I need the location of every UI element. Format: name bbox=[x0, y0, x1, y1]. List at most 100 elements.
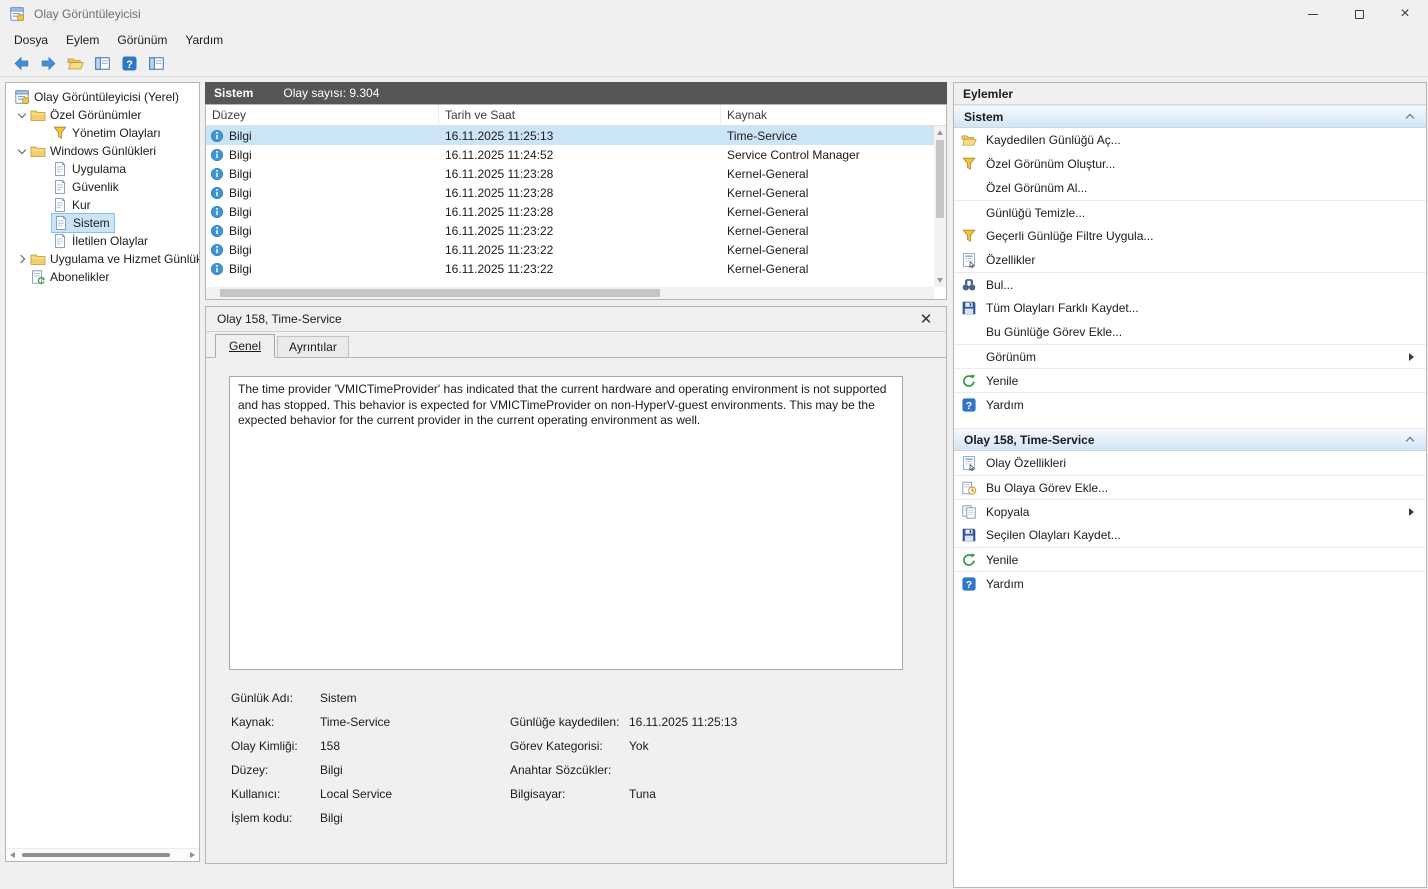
event-detail-pane: Olay 158, Time-Service ✕ Genel Ayrıntıla… bbox=[205, 306, 947, 864]
scrollbar-thumb[interactable] bbox=[22, 853, 170, 857]
copy-icon bbox=[961, 504, 977, 520]
action-save-all-events[interactable]: Tüm Olayları Farklı Kaydet... bbox=[954, 296, 1426, 320]
action-attach-task-to-event[interactable]: Bu Olaya Görev Ekle... bbox=[954, 475, 1426, 499]
event-list-vertical-scrollbar[interactable] bbox=[934, 126, 946, 287]
icon-spacer bbox=[961, 180, 977, 196]
collapse-chevron-icon[interactable] bbox=[1404, 111, 1416, 123]
menu-item-gorunum[interactable]: Görünüm bbox=[108, 30, 176, 50]
action-refresh[interactable]: Yenile bbox=[954, 368, 1426, 392]
submenu-arrow-icon bbox=[1409, 352, 1414, 361]
action-find[interactable]: Bul... bbox=[954, 272, 1426, 296]
help-icon bbox=[121, 55, 138, 72]
toolbar bbox=[0, 51, 1428, 77]
field-value: 16.11.2025 11:25:13 bbox=[629, 715, 738, 729]
tree-item-windows-logs[interactable]: Windows Günlükleri bbox=[6, 142, 199, 160]
section-title: Sistem bbox=[964, 109, 1004, 124]
console-tree-panel: Olay Görüntüleyicisi (Yerel) Özel Görünü… bbox=[5, 82, 200, 862]
chevron-down-icon[interactable] bbox=[14, 107, 30, 123]
action-create-custom-view[interactable]: Özel Görünüm Oluştur... bbox=[954, 152, 1426, 176]
forward-button[interactable] bbox=[37, 53, 59, 75]
action-copy[interactable]: Kopyala bbox=[954, 499, 1426, 523]
action-open-saved-log[interactable]: Kaydedilen Günlüğü Aç... bbox=[954, 128, 1426, 152]
action-clear-log[interactable]: Günlüğü Temizle... bbox=[954, 200, 1426, 224]
save-icon bbox=[961, 527, 977, 543]
tab-general[interactable]: Genel bbox=[215, 334, 276, 358]
column-header-duzey[interactable]: Düzey bbox=[206, 105, 439, 125]
event-row[interactable]: Bilgi 16.11.2025 11:25:13 Time-Service bbox=[206, 126, 934, 145]
event-row[interactable]: Bilgi 16.11.2025 11:24:52 Service Contro… bbox=[206, 145, 934, 164]
close-button[interactable]: × bbox=[1382, 0, 1428, 28]
action-attach-task-to-log[interactable]: Bu Günlüğe Görev Ekle... bbox=[954, 320, 1426, 344]
find-icon bbox=[961, 277, 977, 293]
event-row[interactable]: Bilgi 16.11.2025 11:23:22 Kernel-General bbox=[206, 240, 934, 259]
column-header-kaynak[interactable]: Kaynak bbox=[721, 105, 934, 125]
action-help[interactable]: Yardım bbox=[954, 392, 1426, 416]
tree-item-event-viewer-local[interactable]: Olay Görüntüleyicisi (Yerel) bbox=[6, 88, 199, 106]
chevron-right-icon[interactable] bbox=[14, 251, 30, 267]
action-save-selected-events[interactable]: Seçilen Olayları Kaydet... bbox=[954, 523, 1426, 547]
console-tree-toggle-button[interactable] bbox=[91, 53, 113, 75]
log-name: Sistem bbox=[214, 86, 254, 100]
event-row[interactable]: Bilgi 16.11.2025 11:23:22 Kernel-General bbox=[206, 221, 934, 240]
event-list-header: Sistem Olay sayısı: 9.304 bbox=[205, 82, 947, 104]
properties-icon bbox=[961, 455, 977, 471]
submenu-arrow-icon bbox=[1409, 507, 1414, 516]
scrollbar-thumb[interactable] bbox=[220, 289, 660, 297]
minimize-button[interactable] bbox=[1290, 0, 1336, 28]
tree-item-security[interactable]: Güvenlik bbox=[6, 178, 199, 196]
close-icon: × bbox=[1400, 5, 1410, 22]
action-view[interactable]: Görünüm bbox=[954, 344, 1426, 368]
close-preview-icon[interactable]: ✕ bbox=[917, 312, 935, 327]
menu-item-eylem[interactable]: Eylem bbox=[57, 30, 108, 50]
action-filter-current-log[interactable]: Geçerli Günlüğe Filtre Uygula... bbox=[954, 224, 1426, 248]
info-icon bbox=[210, 262, 224, 276]
center-panel: Sistem Olay sayısı: 9.304 Düzey Tarih ve… bbox=[205, 82, 947, 864]
maximize-button[interactable] bbox=[1336, 0, 1382, 28]
menu-item-yardim[interactable]: Yardım bbox=[176, 30, 232, 50]
filter-icon bbox=[961, 156, 977, 172]
actions-section-header-event[interactable]: Olay 158, Time-Service bbox=[954, 428, 1426, 451]
column-header-tarih-ve-saat[interactable]: Tarih ve Saat bbox=[439, 105, 721, 125]
scroll-down-icon[interactable] bbox=[937, 278, 943, 283]
tree-item-apps-services-logs[interactable]: Uygulama ve Hizmet Günlükleri bbox=[6, 250, 199, 268]
collapse-chevron-icon[interactable] bbox=[1404, 434, 1416, 446]
tree-item-admin-events[interactable]: Yönetim Olayları bbox=[6, 124, 199, 142]
back-button[interactable] bbox=[10, 53, 32, 75]
tab-details[interactable]: Ayrıntılar bbox=[277, 336, 349, 357]
open-saved-log-button[interactable] bbox=[64, 53, 86, 75]
tree-horizontal-scrollbar[interactable] bbox=[6, 848, 199, 861]
help-button[interactable] bbox=[118, 53, 140, 75]
action-refresh-event[interactable]: Yenile bbox=[954, 547, 1426, 571]
menu-item-dosya[interactable]: Dosya bbox=[5, 30, 57, 50]
section-title: Olay 158, Time-Service bbox=[964, 432, 1095, 447]
event-row[interactable]: Bilgi 16.11.2025 11:23:22 Kernel-General bbox=[206, 259, 934, 278]
back-icon bbox=[13, 55, 30, 72]
icon-spacer bbox=[961, 324, 977, 340]
action-event-properties[interactable]: Olay Özellikleri bbox=[954, 451, 1426, 475]
tree-item-system[interactable]: Sistem bbox=[6, 213, 199, 233]
console-tree-icon bbox=[94, 55, 111, 72]
tree-item-forwarded-events[interactable]: İletilen Olaylar bbox=[6, 232, 199, 250]
field-value bbox=[629, 686, 901, 710]
scroll-up-icon[interactable] bbox=[937, 130, 943, 135]
field-label: İşlem kodu: bbox=[231, 811, 293, 825]
action-help-event[interactable]: Yardım bbox=[954, 571, 1426, 595]
event-list-horizontal-scrollbar[interactable] bbox=[206, 287, 934, 299]
action-properties[interactable]: Özellikler bbox=[954, 248, 1426, 272]
scroll-left-icon[interactable] bbox=[10, 852, 15, 858]
tree-item-application[interactable]: Uygulama bbox=[6, 160, 199, 178]
tree-item-setup[interactable]: Kur bbox=[6, 196, 199, 214]
actions-section-header-sistem[interactable]: Sistem bbox=[954, 105, 1426, 128]
tree-item-custom-views[interactable]: Özel Görünümler bbox=[6, 106, 199, 124]
scroll-right-icon[interactable] bbox=[190, 852, 195, 858]
action-pane-toggle-button[interactable] bbox=[145, 53, 167, 75]
tree-item-subscriptions[interactable]: Abonelikler bbox=[6, 268, 199, 286]
event-row[interactable]: Bilgi 16.11.2025 11:23:28 Kernel-General bbox=[206, 164, 934, 183]
icon-spacer bbox=[961, 205, 977, 221]
scrollbar-thumb[interactable] bbox=[936, 140, 944, 218]
app-icon bbox=[9, 6, 25, 22]
event-row[interactable]: Bilgi 16.11.2025 11:23:28 Kernel-General bbox=[206, 183, 934, 202]
chevron-down-icon[interactable] bbox=[14, 143, 30, 159]
event-row[interactable]: Bilgi 16.11.2025 11:23:28 Kernel-General bbox=[206, 202, 934, 221]
action-import-custom-view[interactable]: Özel Görünüm Al... bbox=[954, 176, 1426, 200]
